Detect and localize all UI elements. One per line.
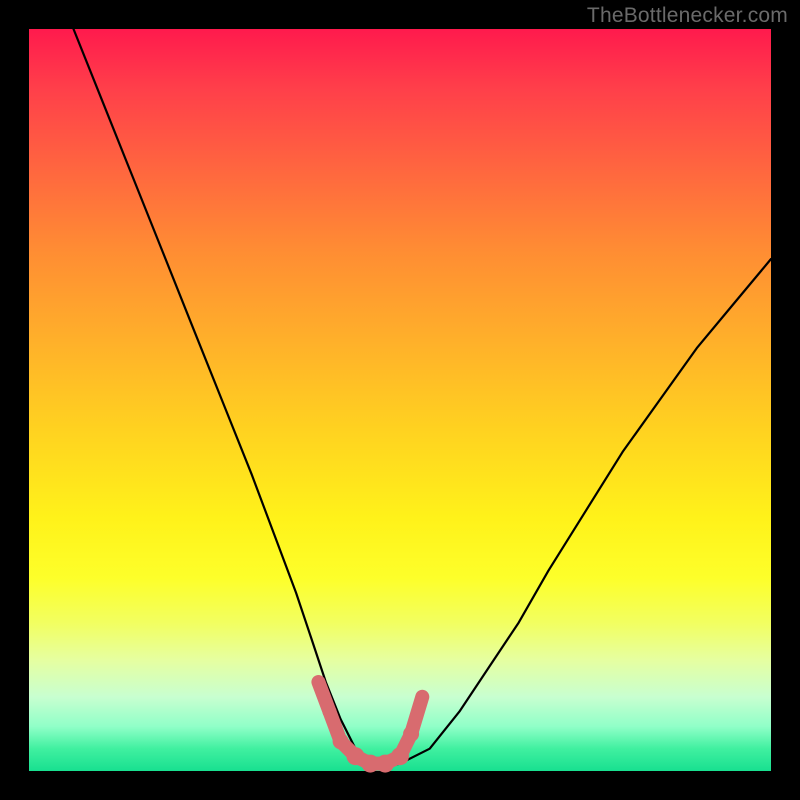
trough-marker-stroke — [318, 682, 422, 764]
watermark-text: TheBottlenecker.com — [587, 4, 788, 28]
bottleneck-curve — [74, 29, 772, 767]
chart-svg — [29, 29, 771, 771]
chart-area — [29, 29, 771, 771]
